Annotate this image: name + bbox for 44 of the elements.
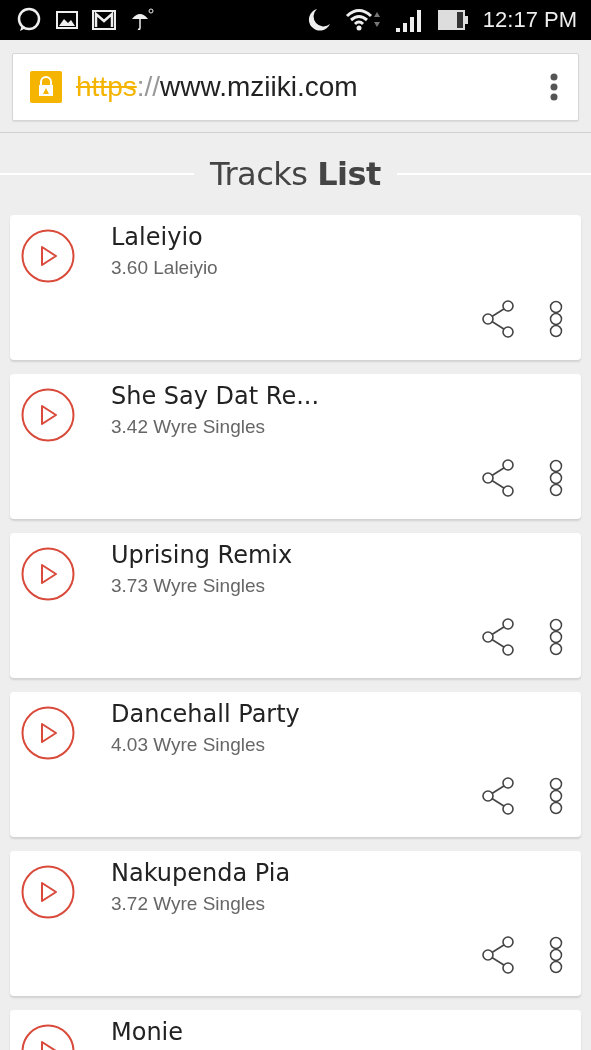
url-text: https://www.mziiki.com: [76, 71, 358, 103]
share-icon[interactable]: [482, 777, 515, 815]
play-icon[interactable]: [21, 706, 75, 760]
track-card[interactable]: Monie: [10, 1010, 581, 1050]
track-subtitle: 3.72 Wyre Singles: [111, 893, 266, 915]
share-icon[interactable]: [482, 459, 515, 497]
track-subtitle: 3.60 Laleiyio: [111, 257, 218, 279]
more-icon[interactable]: [549, 618, 563, 656]
track-title: Uprising Remix: [111, 541, 293, 569]
more-icon[interactable]: [549, 936, 563, 974]
track-subtitle: 3.42 Wyre Singles: [111, 416, 266, 438]
wifi-icon: [344, 7, 381, 33]
track-card[interactable]: Laleiyio 3.60 Laleiyio: [10, 215, 581, 360]
page-heading: Tracks List: [210, 155, 381, 193]
mail-icon: [92, 10, 116, 30]
track-title: Laleiyio: [111, 223, 204, 251]
menu-icon[interactable]: [550, 73, 558, 101]
chat-icon: [16, 7, 42, 33]
play-icon[interactable]: [21, 865, 75, 919]
signal-icon: [394, 7, 423, 33]
more-icon[interactable]: [549, 300, 563, 338]
track-title: She Say Dat Re...: [111, 382, 320, 410]
status-time: 12:17 PM: [482, 7, 577, 33]
play-icon[interactable]: [21, 388, 75, 442]
more-icon[interactable]: [549, 777, 563, 815]
track-card[interactable]: She Say Dat Re... 3.42 Wyre Singles: [10, 374, 581, 519]
battery-icon: [436, 9, 469, 31]
play-icon[interactable]: [21, 229, 75, 283]
umbrella-icon: [130, 8, 154, 32]
play-icon[interactable]: [21, 547, 75, 601]
track-card[interactable]: Dancehall Party 4.03 Wyre Singles: [10, 692, 581, 837]
track-subtitle: 3.73 Wyre Singles: [111, 575, 266, 597]
track-title: Monie: [111, 1018, 184, 1046]
track-title: Dancehall Party: [111, 700, 300, 728]
image-icon: [56, 11, 78, 29]
track-card[interactable]: Uprising Remix 3.73 Wyre Singles: [10, 533, 581, 678]
track-subtitle: 4.03 Wyre Singles: [111, 734, 266, 756]
share-icon[interactable]: [482, 618, 515, 656]
share-icon[interactable]: [482, 300, 515, 338]
track-title: Nakupenda Pia: [111, 859, 291, 887]
track-card[interactable]: Nakupenda Pia 3.72 Wyre Singles: [10, 851, 581, 996]
share-icon[interactable]: [482, 936, 515, 974]
more-icon[interactable]: [549, 459, 563, 497]
address-bar[interactable]: https://www.mziiki.com: [12, 53, 579, 121]
